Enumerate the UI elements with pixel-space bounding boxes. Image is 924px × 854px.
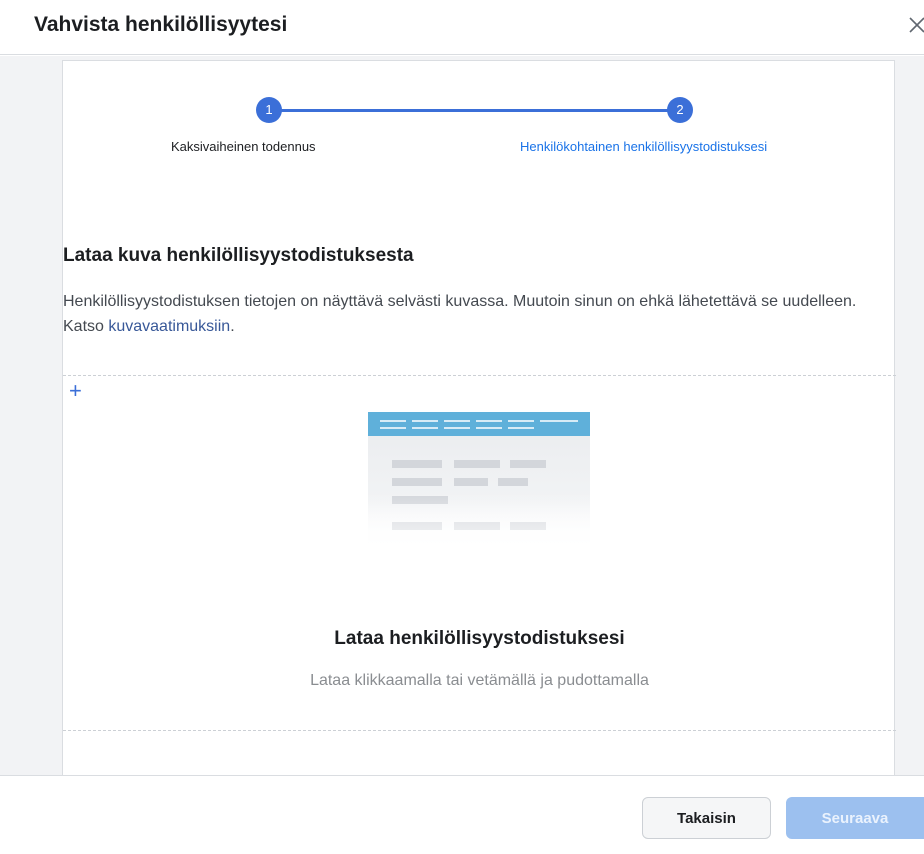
upload-subtitle: Lataa klikkaamalla tai vetämällä ja pudo… — [310, 672, 649, 689]
step-1-label: Kaksivaiheinen todennus — [171, 139, 316, 154]
progress-stepper: 1 2 Kaksivaiheinen todennus Henkilökohta… — [63, 61, 896, 181]
description-end: . — [230, 318, 235, 335]
next-button[interactable]: Seuraava — [786, 797, 924, 839]
content-card: 1 2 Kaksivaiheinen todennus Henkilökohta… — [62, 60, 896, 779]
id-document-illustration — [368, 412, 590, 562]
close-icon[interactable] — [904, 12, 924, 38]
dialog-body: 1 2 Kaksivaiheinen todennus Henkilökohta… — [0, 56, 924, 779]
dialog-title: Vahvista henkilöllisyytesi — [34, 13, 288, 36]
step-connector — [268, 109, 676, 112]
dialog-footer: Takaisin Seuraava — [0, 775, 924, 854]
step-2-indicator: 2 — [667, 97, 693, 123]
photo-requirements-link[interactable]: kuvavaatimuksiin — [108, 318, 230, 335]
section-title: Lataa kuva henkilöllisyystodistuksesta — [63, 245, 414, 266]
back-button[interactable]: Takaisin — [642, 797, 771, 839]
plus-icon[interactable]: + — [69, 380, 82, 402]
step-2-label: Henkilökohtainen henkilöllisyystodistuks… — [520, 139, 768, 154]
section-description: Henkilöllisyystodistuksen tietojen on nä… — [63, 289, 893, 339]
step-1-indicator: 1 — [256, 97, 282, 123]
upload-title: Lataa henkilöllisyystodistuksesi — [334, 628, 625, 649]
verify-identity-dialog: Vahvista henkilöllisyytesi 1 2 Kaksivaih… — [0, 0, 924, 854]
id-upload-dropzone[interactable]: + Lataa henkilöllisyystodistuksesi Lataa… — [63, 375, 896, 731]
dialog-header: Vahvista henkilöllisyytesi — [0, 0, 924, 55]
